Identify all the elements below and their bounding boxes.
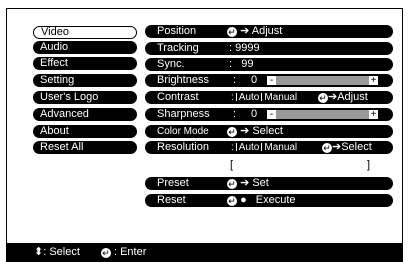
menu-item-label: Reset All bbox=[40, 141, 84, 153]
enter-icon: ↵ bbox=[318, 93, 328, 103]
brightness-slider[interactable]: - + bbox=[267, 75, 378, 86]
up-down-icon: ⬍ bbox=[34, 246, 44, 258]
row-colon: : bbox=[233, 74, 237, 86]
enter-icon: ↵ bbox=[100, 248, 111, 258]
right-arrow-icon: ➔ bbox=[240, 177, 250, 189]
row-color-mode[interactable]: Color Mode ↵ ➔ Select bbox=[145, 125, 393, 138]
radio-marker-icon bbox=[235, 93, 237, 101]
row-preset[interactable]: Preset ↵ ➔ Set bbox=[145, 177, 393, 190]
enter-icon: ↵ bbox=[227, 127, 237, 137]
right-arrow-icon: ➔ bbox=[332, 141, 342, 153]
row-label: Tracking bbox=[157, 42, 199, 54]
row-value: 0 bbox=[251, 74, 258, 86]
menu-item-advanced[interactable]: Advanced bbox=[33, 108, 137, 121]
row-action: Set bbox=[252, 177, 269, 189]
help-bar: ⬍: Select ↵: Enter bbox=[6, 243, 403, 262]
sharpness-slider[interactable]: - + bbox=[267, 109, 378, 120]
menu-item-label: Audio bbox=[40, 41, 69, 53]
plus-icon: + bbox=[369, 75, 378, 86]
menu-item-label: Advanced bbox=[40, 108, 89, 120]
help-select-label: : Select bbox=[43, 246, 80, 258]
row-action: Adjust bbox=[251, 25, 283, 37]
row-sharpness[interactable]: Sharpness : 0 - + bbox=[145, 108, 393, 121]
menu-item-reset-all[interactable]: Reset All bbox=[33, 141, 137, 154]
row-value: : 99 bbox=[229, 58, 254, 70]
option-auto[interactable]: Auto bbox=[239, 142, 260, 153]
row-colon: : bbox=[231, 142, 234, 153]
row-label: Color Mode bbox=[157, 126, 209, 137]
row-label: Contrast bbox=[157, 91, 199, 103]
row-label: Position bbox=[157, 25, 197, 37]
menu-item-audio[interactable]: Audio bbox=[33, 41, 137, 54]
menu-item-label: About bbox=[40, 125, 69, 137]
row-action: Select bbox=[252, 125, 283, 137]
resolution-bracket-close: ] bbox=[367, 159, 371, 171]
execute-icon: ● bbox=[240, 194, 247, 206]
row-value: : 9999 bbox=[229, 42, 260, 54]
radio-marker-icon bbox=[261, 93, 263, 101]
minus-icon: - bbox=[267, 76, 276, 86]
minus-icon: - bbox=[267, 110, 276, 120]
row-tracking[interactable]: Tracking : 9999 bbox=[145, 42, 393, 55]
row-brightness[interactable]: Brightness : 0 - + bbox=[145, 74, 393, 87]
menu-item-about[interactable]: About bbox=[33, 125, 137, 138]
right-arrow-icon: ➔ bbox=[240, 25, 250, 37]
menu-item-setting[interactable]: Setting bbox=[33, 74, 137, 87]
menu-item-users-logo[interactable]: User's Logo bbox=[33, 91, 137, 104]
row-label: Sharpness bbox=[157, 108, 210, 120]
resolution-bracket-open: [ bbox=[230, 159, 234, 171]
row-label: Brightness bbox=[157, 74, 209, 86]
option-manual[interactable]: Manual bbox=[264, 92, 297, 103]
menu-item-effect[interactable]: Effect bbox=[33, 57, 137, 70]
radio-marker-icon bbox=[235, 143, 237, 151]
row-colon: : bbox=[231, 92, 234, 103]
row-action: Adjust bbox=[337, 91, 368, 103]
row-position[interactable]: Position ↵ ➔ Adjust bbox=[145, 25, 393, 38]
menu-item-label: Effect bbox=[40, 57, 68, 69]
help-enter-label: : Enter bbox=[113, 246, 147, 258]
row-value: 0 bbox=[251, 108, 258, 120]
row-resolution[interactable]: Resolution : Auto Manual ↵➔Select bbox=[145, 141, 393, 154]
menu-item-label: User's Logo bbox=[40, 91, 99, 103]
row-label: Sync. bbox=[157, 58, 185, 70]
enter-icon: ↵ bbox=[322, 143, 332, 153]
row-label: Preset bbox=[157, 177, 189, 189]
menu-item-video[interactable]: Video bbox=[33, 26, 137, 39]
right-arrow-icon: ➔ bbox=[240, 125, 250, 137]
radio-marker-icon bbox=[261, 143, 263, 151]
option-manual[interactable]: Manual bbox=[264, 142, 297, 153]
row-reset[interactable]: Reset ↵ ● Execute bbox=[145, 194, 393, 207]
option-auto[interactable]: Auto bbox=[239, 92, 260, 103]
row-action: Select bbox=[341, 141, 372, 153]
row-sync[interactable]: Sync. : 99 bbox=[145, 58, 393, 71]
plus-icon: + bbox=[369, 109, 378, 120]
row-colon: : bbox=[233, 108, 237, 120]
row-label: Resolution bbox=[157, 141, 209, 153]
right-arrow-icon: ➔ bbox=[328, 91, 338, 103]
row-contrast[interactable]: Contrast : Auto Manual ↵➔Adjust bbox=[145, 91, 393, 104]
enter-icon: ↵ bbox=[227, 196, 237, 206]
menu-item-label: Setting bbox=[40, 74, 75, 86]
enter-icon: ↵ bbox=[227, 27, 237, 37]
enter-icon: ↵ bbox=[227, 179, 237, 189]
row-action: Execute bbox=[255, 194, 296, 206]
menu-item-label: Video bbox=[41, 26, 69, 38]
row-label: Reset bbox=[157, 194, 186, 206]
